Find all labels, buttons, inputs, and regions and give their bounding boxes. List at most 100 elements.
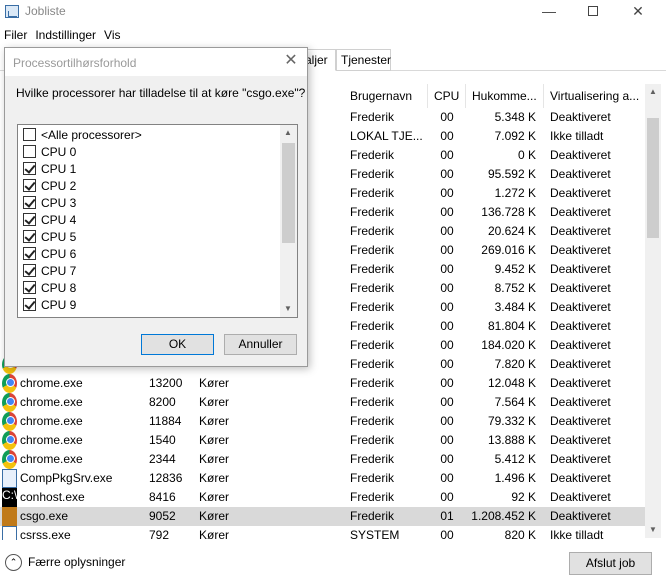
- processor-checkbox[interactable]: [23, 145, 36, 159]
- list-scrollbar-thumb[interactable]: [282, 143, 295, 243]
- end-task-button[interactable]: Afslut job: [569, 552, 652, 575]
- processor-item[interactable]: CPU 2: [23, 178, 76, 195]
- process-name: conhost.exe: [20, 490, 85, 504]
- processor-checkbox[interactable]: [23, 213, 36, 227]
- processor-checkbox[interactable]: [23, 298, 36, 312]
- table-row[interactable]: chrome.exe 8200 Kører Frederik 00 7.564 K Deak…: [0, 393, 645, 412]
- process-status: Kører: [199, 490, 229, 504]
- process-cpu: 00: [440, 471, 454, 485]
- processor-item[interactable]: CPU 4: [23, 212, 76, 229]
- menu-view[interactable]: Vis: [100, 26, 124, 42]
- list-scrollbar[interactable]: ▲ ▼: [280, 125, 297, 317]
- scroll-up-arrow-icon[interactable]: ▲: [645, 84, 661, 100]
- list-scroll-down-icon[interactable]: ▼: [280, 301, 296, 317]
- processor-checkbox[interactable]: [23, 162, 36, 176]
- processor-item[interactable]: CPU 1: [23, 161, 76, 178]
- fewer-details-toggle[interactable]: ⌃ Færre oplysninger: [5, 552, 125, 572]
- process-user: Frederik: [350, 281, 395, 295]
- process-name: CompPkgSrv.exe: [20, 471, 113, 485]
- process-virtualization: Deaktiveret: [550, 376, 611, 390]
- cmd-icon: C:\: [2, 488, 17, 507]
- table-row[interactable]: csgo.exe 9052 Kører Frederik 01 1.208.452 K De…: [0, 507, 645, 526]
- processor-checkbox[interactable]: [23, 179, 36, 193]
- processor-item[interactable]: <Alle processorer>: [23, 127, 142, 144]
- minimize-button[interactable]: —: [526, 0, 572, 24]
- processor-label: CPU 7: [41, 264, 77, 278]
- processor-checkbox[interactable]: [23, 247, 36, 261]
- table-row[interactable]: chrome.exe 13200 Kører Frederik 00 12.048 K De…: [0, 374, 645, 393]
- tab-services[interactable]: Tjenester: [336, 49, 391, 71]
- table-row[interactable]: chrome.exe 11884 Kører Frederik 00 79.332 K De…: [0, 412, 645, 431]
- column-virtualization[interactable]: Virtualisering a...: [544, 84, 645, 108]
- process-status: Kører: [199, 452, 229, 466]
- scrollbar-thumb[interactable]: [647, 118, 659, 238]
- process-memory: 13.888 K: [487, 433, 536, 447]
- processor-item[interactable]: CPU 3: [23, 195, 76, 212]
- table-row[interactable]: chrome.exe 1540 Kører Frederik 00 13.888 K Dea…: [0, 431, 645, 450]
- vertical-scrollbar[interactable]: ▲ ▼: [645, 84, 661, 538]
- processor-checkbox[interactable]: [23, 281, 36, 295]
- processor-item[interactable]: CPU 7: [23, 263, 76, 280]
- process-memory: 5.412 K: [494, 452, 536, 466]
- cancel-button[interactable]: Annuller: [224, 334, 297, 355]
- process-status: Kører: [199, 376, 229, 390]
- scroll-down-arrow-icon[interactable]: ▼: [645, 522, 661, 538]
- process-cpu: 00: [440, 129, 454, 143]
- process-memory: 0 K: [517, 148, 536, 162]
- csgo-icon: [2, 507, 17, 526]
- process-user: LOKAL TJE...: [350, 129, 423, 143]
- chrome-icon: [2, 450, 17, 469]
- menu-file[interactable]: Filer: [0, 26, 31, 42]
- list-scroll-up-icon[interactable]: ▲: [280, 125, 296, 141]
- dialog-close-icon[interactable]: ✕: [283, 52, 299, 70]
- process-cpu: 00: [440, 338, 454, 352]
- processor-item[interactable]: CPU 6: [23, 246, 76, 263]
- process-pid: 1540: [149, 433, 176, 447]
- processor-checkbox[interactable]: [23, 264, 36, 278]
- title-bar: Jobliste — ✕: [0, 0, 666, 24]
- process-cpu: 00: [440, 414, 454, 428]
- column-user[interactable]: Brugernavn: [344, 84, 428, 108]
- processor-checkbox[interactable]: [23, 230, 36, 244]
- process-user: Frederik: [350, 357, 395, 371]
- maximize-button[interactable]: [570, 0, 616, 24]
- process-name: chrome.exe: [20, 433, 83, 447]
- process-virtualization: Deaktiveret: [550, 148, 611, 162]
- processor-item[interactable]: CPU 5: [23, 229, 76, 246]
- process-user: Frederik: [350, 471, 395, 485]
- processor-checkbox[interactable]: [23, 128, 36, 142]
- close-button[interactable]: ✕: [615, 0, 661, 24]
- processor-checkbox[interactable]: [23, 196, 36, 210]
- process-status: Kører: [199, 414, 229, 428]
- process-virtualization: Deaktiveret: [550, 224, 611, 238]
- column-cpu[interactable]: CPU: [428, 84, 466, 108]
- process-cpu: 00: [440, 224, 454, 238]
- table-row[interactable]: C:\ conhost.exe 8416 Kører Frederik 00 92 K Dea…: [0, 488, 645, 507]
- menu-options[interactable]: Indstillinger: [31, 26, 100, 42]
- process-user: Frederik: [350, 338, 395, 352]
- processor-list[interactable]: CPU 9 CPU 8 CPU 7 CPU 6 CPU 5 CPU 4 CPU 3 CPU 2…: [17, 124, 298, 318]
- column-memory[interactable]: Hukomme...: [466, 84, 544, 108]
- process-cpu: 00: [440, 319, 454, 333]
- processor-item[interactable]: CPU 0: [23, 144, 76, 161]
- process-virtualization: Deaktiveret: [550, 471, 611, 485]
- process-user: Frederik: [350, 224, 395, 238]
- process-virtualization: Deaktiveret: [550, 395, 611, 409]
- dialog-question: Hvilke processorer har tilladelse til at…: [16, 86, 306, 100]
- ok-button[interactable]: OK: [141, 334, 214, 355]
- processor-item[interactable]: CPU 9: [23, 297, 76, 314]
- process-cpu: 00: [440, 243, 454, 257]
- process-user: Frederik: [350, 414, 395, 428]
- process-cpu: 00: [440, 433, 454, 447]
- process-virtualization: Deaktiveret: [550, 414, 611, 428]
- process-name: chrome.exe: [20, 376, 83, 390]
- process-cpu: 00: [440, 490, 454, 504]
- process-virtualization: Deaktiveret: [550, 281, 611, 295]
- process-cpu: 00: [440, 186, 454, 200]
- process-memory: 92 K: [511, 490, 536, 504]
- table-row[interactable]: CompPkgSrv.exe 12836 Kører Frederik 00 1.496 …: [0, 469, 645, 488]
- table-row[interactable]: chrome.exe 2344 Kører Frederik 00 5.412 K Deak…: [0, 450, 645, 469]
- process-user: Frederik: [350, 205, 395, 219]
- processor-item[interactable]: CPU 8: [23, 280, 76, 297]
- process-virtualization: Deaktiveret: [550, 490, 611, 504]
